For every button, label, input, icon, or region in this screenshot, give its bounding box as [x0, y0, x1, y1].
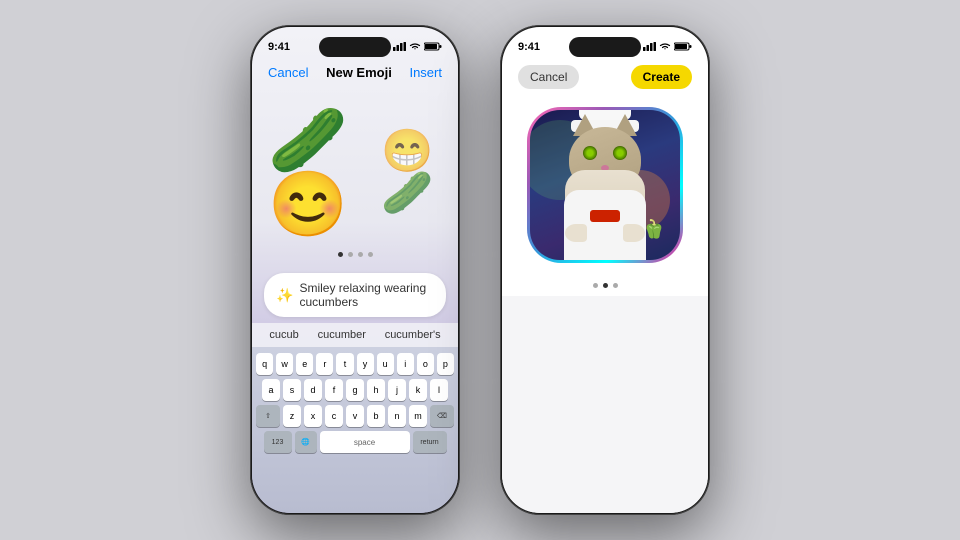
key-m[interactable]: m: [409, 405, 427, 427]
dot2-3[interactable]: [613, 283, 618, 288]
key-k[interactable]: k: [409, 379, 427, 401]
phone2-cancel-button[interactable]: Cancel: [518, 65, 579, 89]
return-key[interactable]: return: [413, 431, 447, 453]
dot2-1[interactable]: [593, 283, 598, 288]
wifi-icon-2: [659, 42, 671, 53]
key-e[interactable]: e: [296, 353, 313, 375]
status-icons-1: [393, 42, 442, 53]
dot2-2[interactable]: [603, 283, 608, 288]
phone-1: 9:41 Cancel New Emoji Insert: [250, 25, 460, 515]
battery-icon-2: [674, 42, 692, 53]
key-c[interactable]: c: [325, 405, 343, 427]
key-x[interactable]: x: [304, 405, 322, 427]
emoji-input-text: Smiley relaxing wearing cucumbers: [299, 281, 434, 309]
ai-image-wrapper: 🫑: [527, 107, 683, 263]
dot-2[interactable]: [348, 252, 353, 257]
phone-2: 9:41 Cancel Create: [500, 25, 710, 515]
key-q[interactable]: q: [256, 353, 273, 375]
numbers-key[interactable]: 123: [264, 431, 292, 453]
phone2-create-button[interactable]: Create: [631, 65, 692, 89]
keyboard-1: q w e r t y u i o p a s d: [252, 347, 458, 513]
key-o[interactable]: o: [417, 353, 434, 375]
page-dots-2: [502, 279, 708, 296]
page-dots-1: [252, 246, 458, 267]
emoji-display: 🥒😊 😁🥒: [252, 88, 458, 246]
autocomplete-cucumbers[interactable]: cucumber's: [379, 327, 447, 343]
phone1-cancel-button[interactable]: Cancel: [268, 65, 308, 80]
emoji-secondary[interactable]: 😁🥒: [381, 130, 442, 214]
dot-1[interactable]: [338, 252, 343, 257]
key-b[interactable]: b: [367, 405, 385, 427]
status-time-2: 9:41: [518, 41, 540, 53]
status-icons-2: [643, 42, 692, 53]
cat-eye-left: [583, 146, 597, 160]
key-d[interactable]: d: [304, 379, 322, 401]
status-time-1: 9:41: [268, 41, 290, 53]
keyboard-row-4: 123 🌐 space return: [256, 431, 454, 453]
phone1-title: New Emoji: [326, 65, 392, 80]
sparkle-icon: ✨: [276, 287, 293, 304]
backspace-key[interactable]: ⌫: [430, 405, 454, 427]
keyboard-row-3: ⇧ z x c v b n m ⌫: [256, 405, 454, 427]
dynamic-island-2: [569, 37, 641, 57]
key-i[interactable]: i: [397, 353, 414, 375]
keyboard-row-2: a s d f g h j k l: [256, 379, 454, 401]
phone2-nav: Cancel Create: [502, 63, 708, 97]
space-key[interactable]: space: [320, 431, 410, 453]
signal-icon: [393, 42, 406, 53]
phone2-bottom-area: [502, 296, 708, 513]
key-a[interactable]: a: [262, 379, 280, 401]
cat-paw-left: [565, 224, 587, 242]
cat-scene: 🫑: [530, 110, 680, 260]
autocomplete-bar: cucub cucumber cucumber's: [252, 323, 458, 347]
key-t[interactable]: t: [336, 353, 353, 375]
autocomplete-cucub[interactable]: cucub: [263, 327, 304, 343]
phone1-nav: Cancel New Emoji Insert: [252, 63, 458, 88]
veggie-pepper: 🫑: [643, 219, 665, 240]
key-j[interactable]: j: [388, 379, 406, 401]
signal-icon-2: [643, 42, 656, 53]
ai-image-container: 🫑: [502, 97, 708, 279]
keyboard-row-1: q w e r t y u i o p: [256, 353, 454, 375]
battery-icon: [424, 42, 442, 53]
key-u[interactable]: u: [377, 353, 394, 375]
red-scarf: [590, 210, 620, 222]
dynamic-island-1: [319, 37, 391, 57]
wifi-icon: [409, 42, 421, 53]
key-n[interactable]: n: [388, 405, 406, 427]
ai-image: 🫑: [530, 110, 680, 260]
key-p[interactable]: p: [437, 353, 454, 375]
phone1-insert-button[interactable]: Insert: [409, 65, 442, 80]
key-l[interactable]: l: [430, 379, 448, 401]
key-f[interactable]: f: [325, 379, 343, 401]
key-w[interactable]: w: [276, 353, 293, 375]
key-z[interactable]: z: [283, 405, 301, 427]
key-y[interactable]: y: [357, 353, 374, 375]
key-v[interactable]: v: [346, 405, 364, 427]
key-s[interactable]: s: [283, 379, 301, 401]
shift-key[interactable]: ⇧: [256, 405, 280, 427]
key-g[interactable]: g: [346, 379, 364, 401]
dot-4[interactable]: [368, 252, 373, 257]
dot-3[interactable]: [358, 252, 363, 257]
key-r[interactable]: r: [316, 353, 333, 375]
cat-eye-right: [613, 146, 627, 160]
key-h[interactable]: h: [367, 379, 385, 401]
emoji-key[interactable]: 🌐: [295, 431, 317, 453]
emoji-main[interactable]: 🥒😊: [268, 108, 361, 236]
emoji-input[interactable]: ✨ Smiley relaxing wearing cucumbers: [264, 273, 446, 317]
autocomplete-cucumber[interactable]: cucumber: [312, 327, 372, 343]
